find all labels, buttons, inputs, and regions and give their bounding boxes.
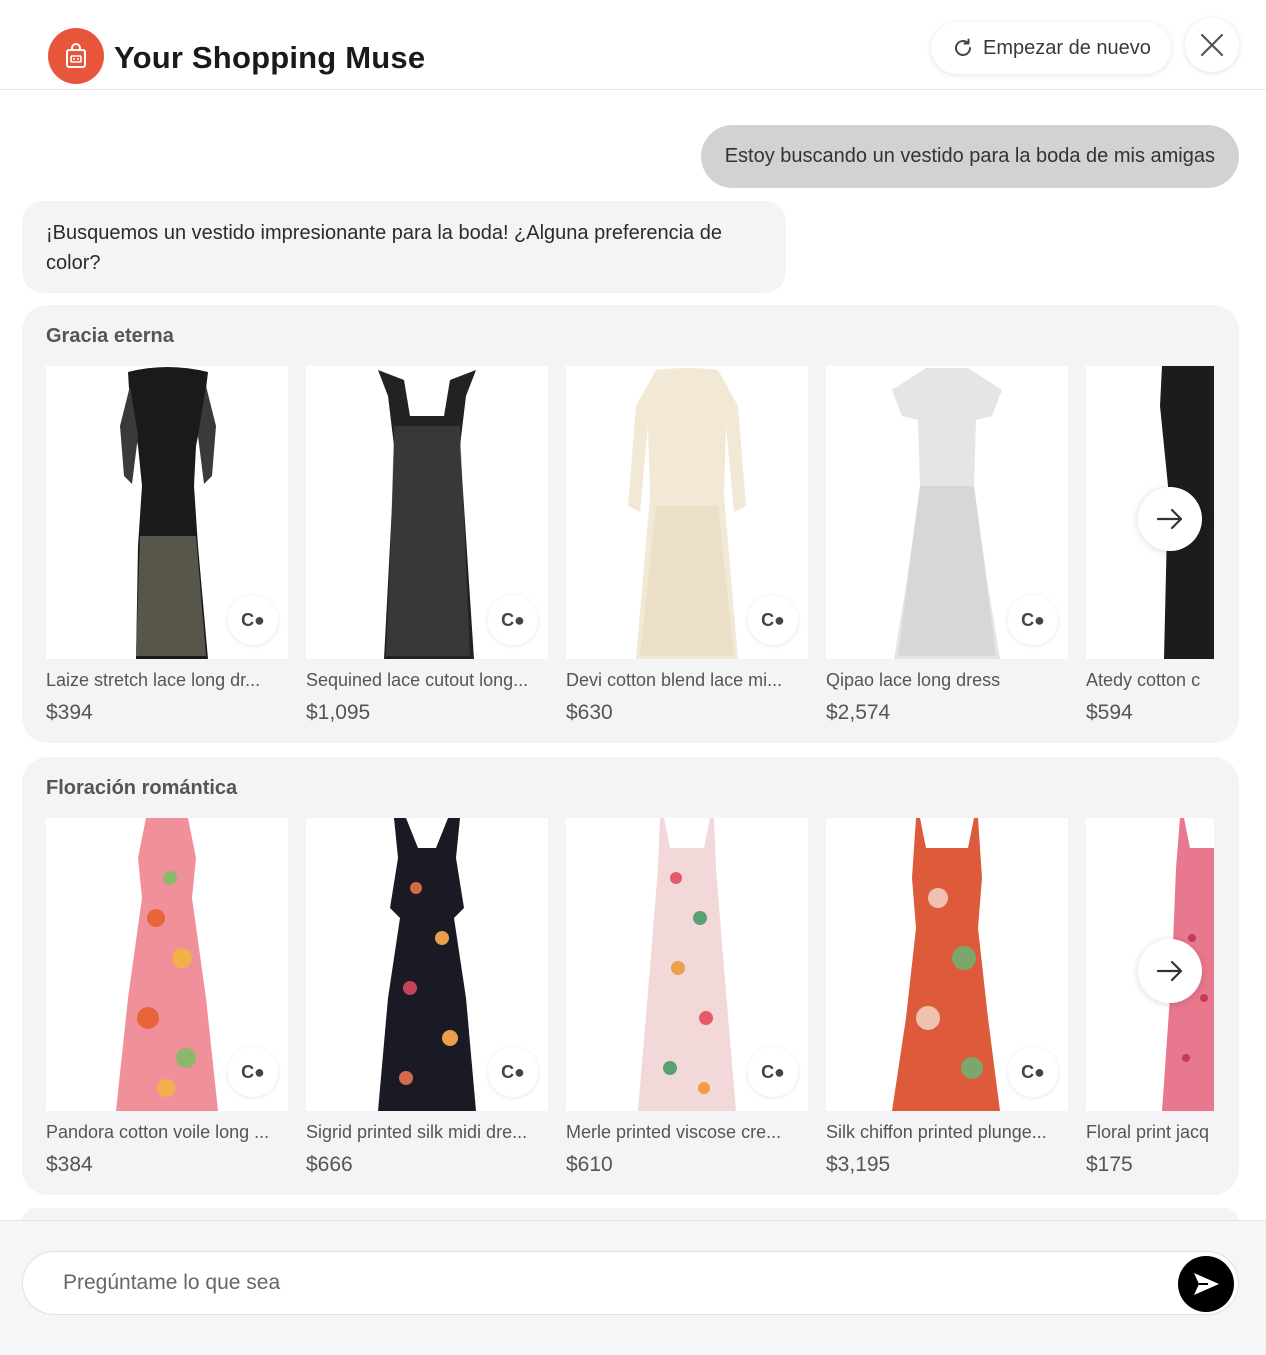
- collection-panel: Floración romántica C● Pandora cotton vo…: [22, 757, 1239, 1195]
- arrow-right-icon: [1156, 508, 1183, 530]
- chat-input[interactable]: [63, 1252, 1163, 1314]
- compare-toggle-button[interactable]: C●: [748, 595, 798, 645]
- product-name[interactable]: Pandora cotton voile long ...: [46, 1122, 288, 1143]
- product-image[interactable]: C●: [826, 818, 1068, 1111]
- refresh-icon: [955, 38, 972, 56]
- product-name[interactable]: Sigrid printed silk midi dre...: [306, 1122, 548, 1143]
- product-name[interactable]: Sequined lace cutout long...: [306, 670, 548, 691]
- compare-toggle-button[interactable]: C●: [228, 1047, 278, 1097]
- close-button[interactable]: [1185, 18, 1239, 72]
- product-price: $384: [46, 1153, 93, 1176]
- carousel-next-button[interactable]: [1138, 939, 1202, 1003]
- compare-toggle-button[interactable]: C●: [748, 1047, 798, 1097]
- product-name[interactable]: Atedy cotton c: [1086, 670, 1214, 691]
- product-image[interactable]: C●: [566, 818, 808, 1111]
- product-price: $666: [306, 1153, 353, 1176]
- chat-input-wrapper: [22, 1251, 1239, 1315]
- product-name[interactable]: Silk chiffon printed plunge...: [826, 1122, 1068, 1143]
- product-image[interactable]: C●: [306, 818, 548, 1111]
- compare-toggle-button[interactable]: C●: [1008, 595, 1058, 645]
- restart-button-label: Empezar de nuevo: [983, 36, 1151, 59]
- product-name[interactable]: Qipao lace long dress: [826, 670, 1068, 691]
- composer-bar: [0, 1220, 1266, 1355]
- product-image[interactable]: C●: [306, 366, 548, 659]
- product-card[interactable]: C● Laize stretch lace long dr... $394: [46, 366, 288, 736]
- product-carousel: C● Laize stretch lace long dr... $394 C●…: [46, 366, 1214, 736]
- close-icon: [1200, 33, 1224, 57]
- app-title: Your Shopping Muse: [114, 40, 426, 75]
- product-card[interactable]: Floral print jacq $175: [1086, 818, 1214, 1188]
- send-icon: [1194, 1273, 1219, 1295]
- product-price: $610: [566, 1153, 613, 1176]
- product-card[interactable]: Atedy cotton c $594: [1086, 366, 1214, 736]
- compare-toggle-button[interactable]: C●: [228, 595, 278, 645]
- product-image[interactable]: C●: [46, 366, 288, 659]
- product-card[interactable]: C● Silk chiffon printed plunge... $3,195: [826, 818, 1068, 1188]
- compare-toggle-button[interactable]: C●: [1008, 1047, 1058, 1097]
- compare-toggle-button[interactable]: C●: [488, 1047, 538, 1097]
- product-card[interactable]: C● Sequined lace cutout long... $1,095: [306, 366, 548, 736]
- collection-panel: Gracia eterna C● Laize stretch lace long…: [22, 305, 1239, 743]
- product-image[interactable]: C●: [566, 366, 808, 659]
- collection-title: Gracia eterna: [46, 325, 174, 347]
- product-name[interactable]: Floral print jacq: [1086, 1122, 1214, 1143]
- shopping-bag-logo-icon: [48, 28, 104, 84]
- product-price: $394: [46, 701, 93, 724]
- arrow-right-icon: [1156, 960, 1183, 982]
- product-image[interactable]: C●: [46, 818, 288, 1111]
- collection-title: Floración romántica: [46, 777, 238, 799]
- product-card[interactable]: C● Pandora cotton voile long ... $384: [46, 818, 288, 1188]
- product-price: $1,095: [306, 701, 371, 724]
- compare-toggle-button[interactable]: C●: [488, 595, 538, 645]
- product-card[interactable]: C● Sigrid printed silk midi dre... $666: [306, 818, 548, 1188]
- product-price: $175: [1086, 1153, 1133, 1176]
- product-name[interactable]: Laize stretch lace long dr...: [46, 670, 288, 691]
- user-message: Estoy buscando un vestido para la boda d…: [700, 125, 1239, 188]
- product-name[interactable]: Merle printed viscose cre...: [566, 1122, 808, 1143]
- product-name[interactable]: Devi cotton blend lace mi...: [566, 670, 808, 691]
- send-button[interactable]: [1178, 1256, 1234, 1312]
- product-price: $3,195: [826, 1153, 891, 1176]
- chat-header: Your Shopping Muse Empezar de nuevo: [0, 0, 1266, 90]
- product-card[interactable]: C● Devi cotton blend lace mi... $630: [566, 366, 808, 736]
- product-price: $594: [1086, 701, 1133, 724]
- carousel-next-button[interactable]: [1138, 487, 1202, 551]
- product-card[interactable]: C● Merle printed viscose cre... $610: [566, 818, 808, 1188]
- restart-button[interactable]: Empezar de nuevo: [931, 22, 1171, 74]
- product-image[interactable]: C●: [826, 366, 1068, 659]
- product-card[interactable]: C● Qipao lace long dress $2,574: [826, 366, 1068, 736]
- product-price: $630: [566, 701, 613, 724]
- product-carousel: C● Pandora cotton voile long ... $384 C●…: [46, 818, 1214, 1188]
- product-price: $2,574: [826, 701, 891, 724]
- assistant-message: ¡Busquemos un vestido impresionante para…: [22, 201, 786, 293]
